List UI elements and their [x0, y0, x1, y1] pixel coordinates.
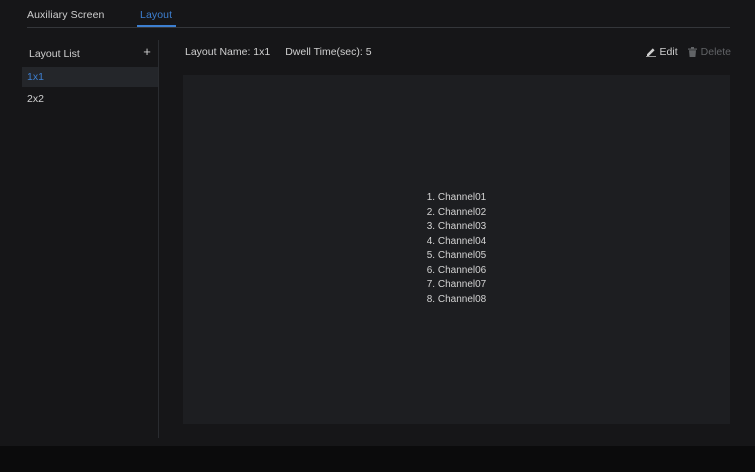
delete-button[interactable]: Delete [687, 46, 731, 58]
layout-info: Layout Name: 1x1 Dwell Time(sec): 5 [185, 46, 372, 58]
layout-name-label: Layout Name: 1x1 [185, 46, 271, 58]
tab-auxiliary-screen[interactable]: Auxiliary Screen [27, 9, 104, 21]
channel-item: 6. Channel06 [426, 264, 487, 276]
tab-layout[interactable]: Layout [140, 9, 172, 21]
layout-list-title: Layout List [29, 48, 80, 60]
delete-label: Delete [700, 46, 731, 58]
layout-item-label: 2x2 [27, 93, 44, 105]
edit-button[interactable]: Edit [645, 46, 678, 58]
tab-divider [27, 27, 730, 28]
channel-item: 2. Channel02 [426, 206, 487, 218]
layout-item-label: 1x1 [27, 71, 44, 83]
channel-item: 3. Channel03 [426, 221, 487, 232]
channel-item: 1. Channel01 [426, 192, 487, 203]
layout-preview: 1. Channel01 2. Channel02 3. Channel03 4… [183, 75, 730, 424]
trash-icon [687, 47, 697, 57]
pencil-icon [645, 48, 656, 57]
add-layout-button[interactable]: + [141, 45, 153, 59]
channel-item: 8. Channel08 [426, 293, 487, 305]
layout-actions: Edit Delete [645, 46, 731, 58]
channel-item: 5. Channel05 [426, 250, 487, 261]
channel-item: 7. Channel07 [426, 279, 487, 290]
tab-bar: Auxiliary Screen Layout [0, 0, 755, 30]
edit-label: Edit [659, 46, 678, 58]
dwell-time-label: Dwell Time(sec): 5 [285, 46, 372, 58]
main-panel: Auxiliary Screen Layout Layout List + 1x… [0, 0, 755, 446]
channel-item: 4. Channel04 [426, 235, 487, 247]
app-frame: Auxiliary Screen Layout Layout List + 1x… [0, 0, 755, 472]
layout-item-1x1[interactable]: 1x1 [22, 67, 158, 87]
channel-list: 1. Channel01 2. Channel02 3. Channel03 4… [183, 191, 730, 307]
layout-item-2x2[interactable]: 2x2 [22, 89, 158, 109]
layout-list-panel: Layout List + 1x1 2x2 [22, 40, 159, 438]
